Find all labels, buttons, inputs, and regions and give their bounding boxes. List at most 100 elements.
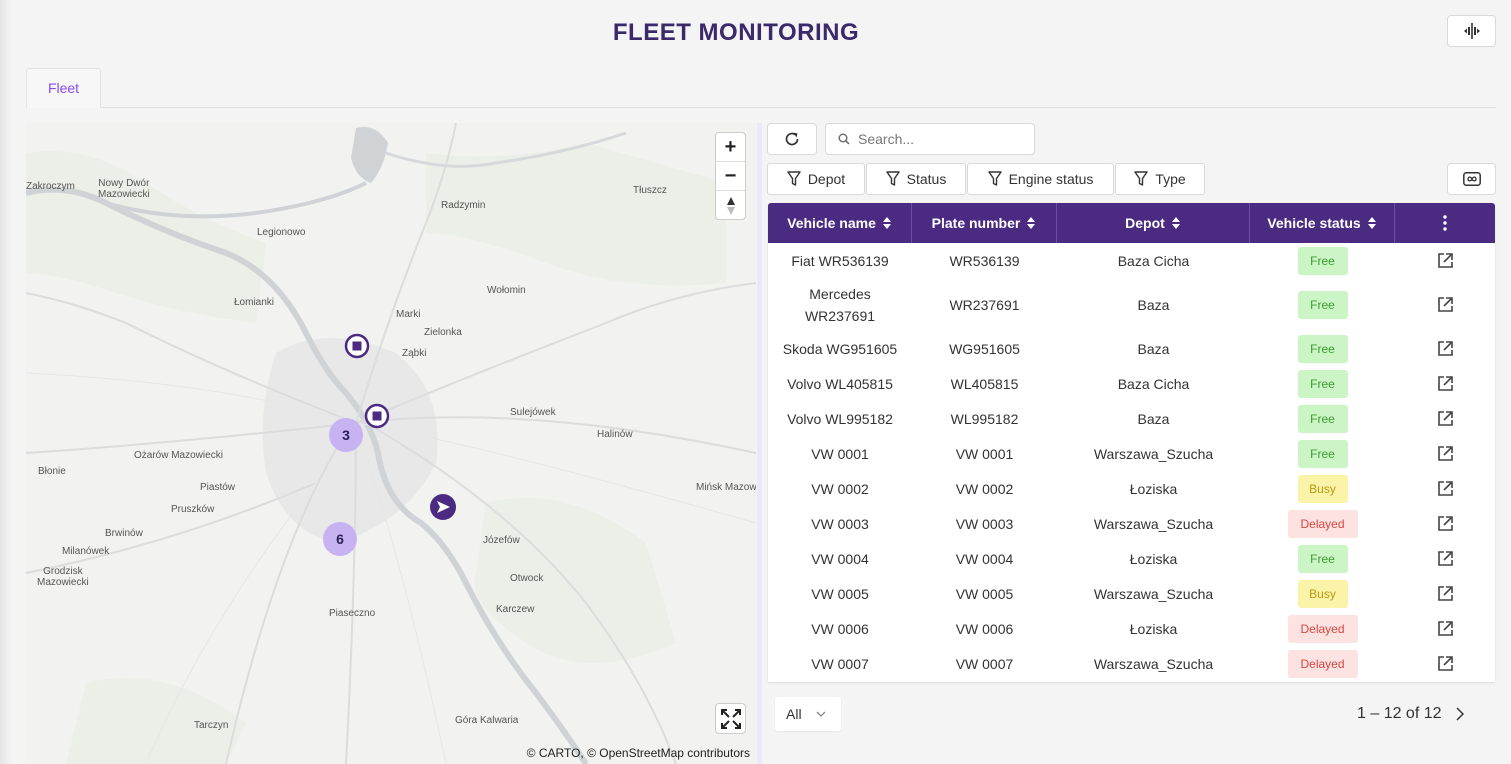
table-row[interactable]: VW 0003 VW 0003 Warszawa_Szucha Delayed bbox=[768, 506, 1495, 541]
page-size-select[interactable]: All bbox=[775, 697, 841, 731]
column-header-vehicle-status[interactable]: Vehicle status bbox=[1250, 203, 1395, 243]
table-row[interactable]: VW 0004 VW 0004 Łoziska Free bbox=[768, 541, 1495, 576]
vehicle-name-cell: VW 0007 bbox=[811, 655, 869, 672]
map-cluster[interactable]: 3 bbox=[329, 418, 363, 452]
tab-fleet[interactable]: Fleet bbox=[26, 68, 101, 108]
table-row[interactable]: Skoda WG951605 WG951605 Baza Free bbox=[768, 331, 1495, 366]
open-vehicle-button[interactable] bbox=[1395, 480, 1495, 497]
panel-resize-handle[interactable] bbox=[757, 123, 762, 764]
map-label: Brwinów bbox=[105, 528, 143, 539]
depot-cell: Warszawa_Szucha bbox=[1093, 585, 1214, 602]
filter-label: Type bbox=[1155, 171, 1186, 187]
open-external-icon bbox=[1437, 253, 1453, 268]
column-header-vehicle-name[interactable]: Vehicle name bbox=[768, 203, 912, 243]
vehicle-status-cell: Delayed bbox=[1250, 614, 1395, 643]
map-label: Otwock bbox=[510, 573, 544, 584]
open-vehicle-button[interactable] bbox=[1395, 550, 1495, 567]
vehicle-name-cell: VW 0002 bbox=[811, 480, 869, 497]
open-vehicle-button[interactable] bbox=[1395, 655, 1495, 672]
infinite-scroll-toggle[interactable] bbox=[1447, 163, 1496, 195]
open-vehicle-button[interactable] bbox=[1395, 252, 1495, 269]
table-row[interactable]: VW 0005 VW 0005 Warszawa_Szucha Busy bbox=[768, 576, 1495, 611]
map-view[interactable]: Zakroczym Nowy Dwór Mazowiecki Legionowo … bbox=[26, 123, 756, 764]
table-row[interactable]: Mercedes WR237691 WR237691 Baza Free bbox=[768, 278, 1495, 331]
table-row[interactable]: Volvo WL405815 WL405815 Baza Cicha Free bbox=[768, 366, 1495, 401]
table-row[interactable]: VW 0006 VW 0006 Łoziska Delayed bbox=[768, 611, 1495, 646]
search-input[interactable] bbox=[858, 131, 1028, 147]
map-label: Piastów bbox=[200, 482, 236, 493]
table-row[interactable]: VW 0007 VW 0007 Warszawa_Szucha Delayed bbox=[768, 646, 1495, 681]
open-vehicle-button[interactable] bbox=[1395, 375, 1495, 392]
vehicle-status-cell: Free bbox=[1250, 246, 1395, 275]
depot-cell: Łoziska bbox=[1129, 550, 1178, 567]
split-view-button[interactable] bbox=[1447, 15, 1496, 47]
open-external-icon bbox=[1437, 656, 1453, 671]
compass-icon bbox=[726, 196, 735, 215]
filter-label: Status bbox=[906, 171, 947, 187]
status-badge: Free bbox=[1297, 544, 1348, 573]
zoom-in-button[interactable]: + bbox=[716, 133, 745, 162]
plate-number-cell: VW 0005 bbox=[955, 585, 1014, 602]
column-menu-button[interactable] bbox=[1395, 203, 1495, 243]
plate-number-cell: VW 0002 bbox=[955, 480, 1014, 497]
status-badge: Busy bbox=[1297, 579, 1348, 608]
map-label: Radzymin bbox=[441, 200, 486, 211]
open-vehicle-button[interactable] bbox=[1395, 340, 1495, 357]
map-label: Legionowo bbox=[257, 227, 306, 238]
filter-status-button[interactable]: Status bbox=[866, 163, 966, 195]
filter-type-button[interactable]: Type bbox=[1115, 163, 1205, 195]
table-row[interactable]: VW 0002 VW 0002 Łoziska Busy bbox=[768, 471, 1495, 506]
vehicle-name-cell: VW 0005 bbox=[811, 585, 869, 602]
table-row[interactable]: Fiat WR536139 WR536139 Baza Cicha Free bbox=[768, 243, 1495, 278]
search-box[interactable] bbox=[825, 123, 1035, 155]
status-badge: Busy bbox=[1297, 474, 1348, 503]
open-vehicle-button[interactable] bbox=[1395, 445, 1495, 462]
map-attribution[interactable]: © CARTO, © OpenStreetMap contributors bbox=[527, 746, 750, 760]
fullscreen-button[interactable] bbox=[715, 703, 746, 734]
open-vehicle-button[interactable] bbox=[1395, 515, 1495, 532]
table-row[interactable]: VW 0001 VW 0001 Warszawa_Szucha Free bbox=[768, 436, 1495, 471]
refresh-button[interactable] bbox=[767, 123, 817, 155]
vehicle-name-cell: Fiat WR536139 bbox=[791, 252, 889, 269]
filter-engine-status-button[interactable]: Engine status bbox=[967, 163, 1114, 195]
filter-icon bbox=[1134, 171, 1149, 186]
open-vehicle-button[interactable] bbox=[1395, 585, 1495, 602]
open-external-icon bbox=[1437, 297, 1453, 312]
open-vehicle-button[interactable] bbox=[1395, 410, 1495, 427]
filter-icon bbox=[787, 171, 801, 186]
table-row[interactable]: Volvo WL995182 WL995182 Baza Free bbox=[768, 401, 1495, 436]
plate-number-cell: WG951605 bbox=[949, 340, 1020, 357]
status-badge: Free bbox=[1297, 246, 1348, 275]
column-header-plate-number[interactable]: Plate number bbox=[912, 203, 1057, 243]
vehicle-name-cell: Mercedes WR237691 bbox=[804, 285, 876, 324]
depot-cell: Baza Cicha bbox=[1117, 252, 1190, 269]
zoom-out-button[interactable]: − bbox=[716, 162, 745, 191]
map-label: Tarczyn bbox=[194, 720, 229, 731]
column-label: Vehicle status bbox=[1267, 215, 1361, 231]
map-label: Nowy Dwór Mazowiecki bbox=[98, 178, 150, 200]
map-cluster[interactable]: 6 bbox=[323, 522, 357, 556]
map-base-layer bbox=[26, 123, 756, 764]
reset-bearing-button[interactable] bbox=[716, 191, 745, 220]
chevron-down-icon bbox=[816, 711, 826, 717]
map-label: Józefów bbox=[483, 535, 520, 546]
vehicle-status-cell: Free bbox=[1250, 404, 1395, 433]
plate-number-cell: VW 0003 bbox=[955, 515, 1014, 532]
depot-marker[interactable] bbox=[344, 333, 370, 359]
window-edge bbox=[0, 0, 12, 764]
filter-depot-button[interactable]: Depot bbox=[767, 163, 865, 195]
filter-icon bbox=[885, 171, 900, 186]
open-vehicle-button[interactable] bbox=[1395, 620, 1495, 637]
column-header-depot[interactable]: Depot bbox=[1057, 203, 1250, 243]
table-header: Vehicle name Plate number Depot Vehicle … bbox=[768, 203, 1495, 243]
plate-number-cell: WL995182 bbox=[950, 410, 1019, 427]
vehicle-marker[interactable] bbox=[430, 494, 456, 520]
open-vehicle-button[interactable] bbox=[1395, 296, 1495, 313]
open-external-icon bbox=[1437, 586, 1453, 601]
map-label: Grodzisk Mazowiecki bbox=[37, 566, 89, 588]
vehicle-status-cell: Free bbox=[1250, 334, 1395, 363]
vehicle-name-cell: VW 0003 bbox=[811, 515, 869, 532]
depot-marker[interactable] bbox=[364, 403, 390, 429]
next-page-button[interactable] bbox=[1453, 704, 1467, 724]
chevron-right-icon bbox=[1456, 707, 1464, 721]
